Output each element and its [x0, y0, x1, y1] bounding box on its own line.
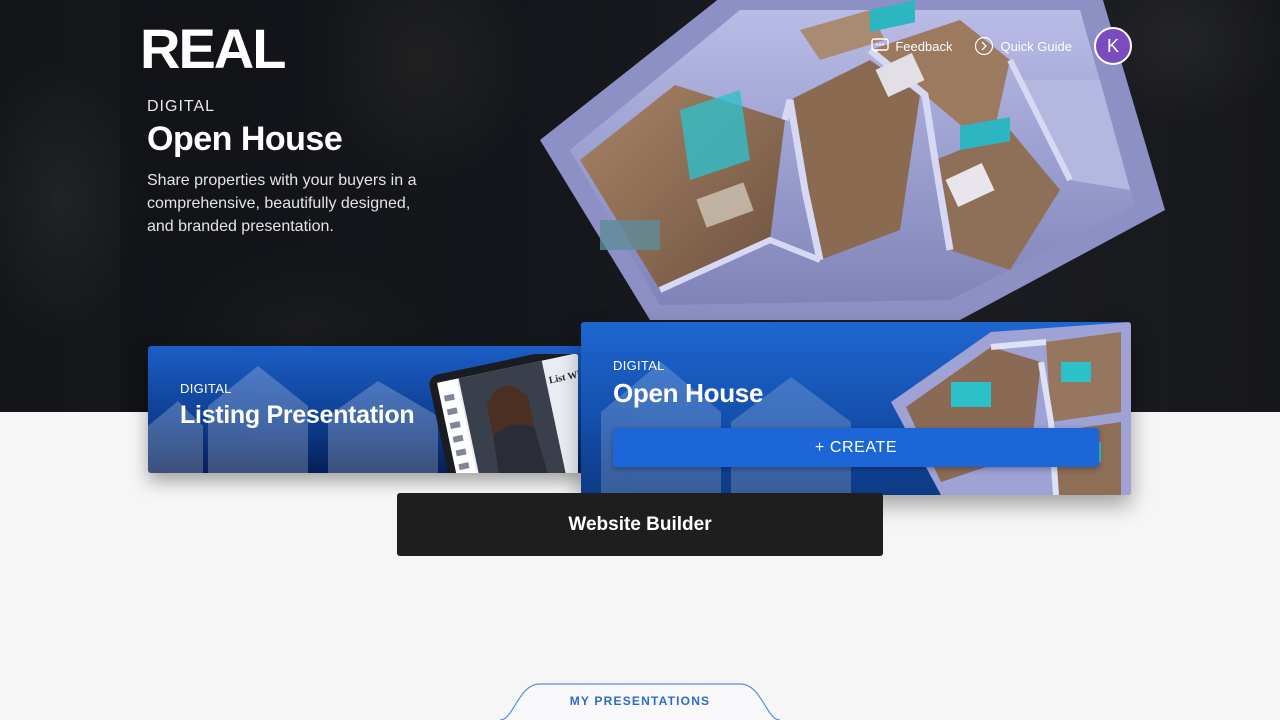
open-house-title: Open House	[613, 378, 764, 408]
arrow-circle-icon	[975, 36, 994, 56]
hero-text: DIGITAL Open House Share properties with…	[147, 98, 437, 238]
feedback-link[interactable]: Feedback	[871, 38, 952, 54]
open-house-eyebrow: DIGITAL	[613, 358, 665, 373]
open-house-card[interactable]: DIGITAL Open House + CREATE	[581, 322, 1131, 495]
listing-eyebrow: DIGITAL	[180, 381, 232, 396]
quick-guide-link[interactable]: Quick Guide	[974, 36, 1072, 56]
floorplan-thumbnail	[891, 322, 1131, 495]
my-presentations-label: MY PRESENTATIONS	[569, 694, 711, 708]
hero-description: Share properties with your buyers in a c…	[147, 172, 417, 235]
chat-bubble-icon	[871, 38, 890, 53]
tablet-illustration: List With Get Sol	[429, 354, 578, 473]
listing-title: Listing Presentation	[180, 401, 415, 429]
website-builder-button[interactable]: Website Builder	[397, 493, 883, 556]
avatar[interactable]: K	[1094, 27, 1132, 65]
top-nav: Feedback Quick Guide K	[871, 27, 1132, 65]
hero-eyebrow: DIGITAL	[147, 98, 216, 115]
listing-presentation-card[interactable]: DIGITAL Listing Presentation List With G…	[148, 346, 588, 473]
hero-title: Open House	[147, 120, 343, 158]
my-presentations-tab[interactable]: MY PRESENTATIONS	[500, 682, 780, 720]
quick-guide-label: Quick Guide	[1000, 38, 1072, 54]
svg-text:REAL: REAL	[140, 18, 285, 74]
real-logo[interactable]: REAL	[140, 18, 290, 74]
feedback-label: Feedback	[895, 38, 953, 54]
create-button[interactable]: + CREATE	[613, 428, 1099, 467]
